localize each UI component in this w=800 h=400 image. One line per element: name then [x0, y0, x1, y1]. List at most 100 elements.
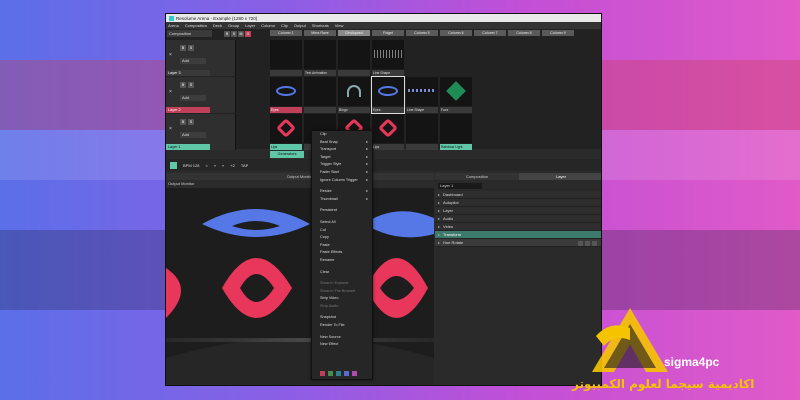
layer-bypass-button[interactable]: B: [180, 82, 186, 88]
menu-item-output[interactable]: Output: [294, 23, 306, 28]
column-tab[interactable]: Mirra Rave: [304, 30, 336, 36]
inspector-search[interactable]: Layer 1: [438, 183, 482, 189]
context-menu-item[interactable]: Select All: [312, 219, 372, 227]
transport-button[interactable]: +2: [230, 163, 235, 168]
column-tab[interactable]: Column 5: [406, 30, 438, 36]
color-swatch[interactable]: [328, 371, 333, 376]
effect-control-icon[interactable]: [585, 240, 590, 246]
context-menu-item[interactable]: Trigger Style ▸: [312, 161, 372, 169]
inspector-item-autopilot[interactable]: ▸ Autopilot: [435, 199, 601, 207]
clip-slot[interactable]: [406, 114, 438, 150]
menu-item-column[interactable]: Column: [261, 23, 275, 28]
clip-slot[interactable]: Eyes: [270, 77, 302, 113]
clip-slot[interactable]: [304, 77, 336, 113]
context-menu-item[interactable]: Rename: [312, 257, 372, 265]
context-menu-item[interactable]: Ignore Column Trigger ▸: [312, 177, 372, 185]
transport-button[interactable]: <: [205, 163, 207, 168]
layer-solo-button[interactable]: S: [188, 119, 194, 125]
composition-button-o[interactable]: O: [245, 30, 251, 37]
context-menu-item[interactable]: Snapshot: [312, 314, 372, 322]
effect-control-icon[interactable]: [592, 240, 597, 246]
context-menu-item[interactable]: Render To File: [312, 322, 372, 330]
clip-slot[interactable]: [338, 40, 370, 76]
clip-slot[interactable]: Line Shape: [406, 77, 438, 113]
transport-button[interactable]: TAP: [241, 163, 248, 168]
context-menu-item[interactable]: New Source: [312, 334, 372, 342]
context-menu-item[interactable]: Target ▸: [312, 154, 372, 162]
composition-button-m[interactable]: M: [238, 30, 244, 37]
transport-button[interactable]: »: [222, 163, 224, 168]
context-menu-item[interactable]: Beat Snap ▸: [312, 139, 372, 147]
effect-control-icon[interactable]: [578, 240, 583, 246]
tab-composition[interactable]: Composition: [435, 173, 519, 180]
column-tab[interactable]: Column 1: [270, 30, 302, 36]
column-tab[interactable]: Geolopoed: [338, 30, 370, 36]
context-menu-item[interactable]: Clear: [312, 269, 372, 277]
layer-close-icon[interactable]: ×: [169, 52, 172, 58]
clip-slot[interactable]: Line Shape: [372, 40, 404, 76]
color-swatch[interactable]: [352, 371, 357, 376]
menu-item-arena[interactable]: Arena: [168, 23, 179, 28]
context-menu-item[interactable]: Strip Video: [312, 295, 372, 303]
tab-generators[interactable]: Generators: [270, 151, 304, 158]
column-tab[interactable]: Column 8: [508, 30, 540, 36]
layer-close-icon[interactable]: ×: [169, 126, 172, 132]
inspector-item-layer[interactable]: ▸ Layer: [435, 207, 601, 215]
color-swatch[interactable]: [344, 371, 349, 376]
inspector-item-dashboard[interactable]: ▸ Dashboard: [435, 191, 601, 199]
context-menu-item[interactable]: Paste Effects: [312, 249, 372, 257]
color-swatch[interactable]: [336, 371, 341, 376]
layer-add-dropdown[interactable]: Add: [180, 132, 206, 138]
context-menu-item[interactable]: Fader Start ▸: [312, 169, 372, 177]
layer-close-icon[interactable]: ×: [169, 89, 172, 95]
context-menu-item[interactable]: Persistent: [312, 207, 372, 215]
context-menu-item[interactable]: Paste: [312, 242, 372, 250]
inspector-item-audio[interactable]: ▸ Audio: [435, 215, 601, 223]
layer-solo-button[interactable]: S: [188, 45, 194, 51]
clip-slot[interactable]: Text Animation: [304, 40, 336, 76]
context-menu-item[interactable]: Transport ▸: [312, 146, 372, 154]
column-tab[interactable]: Fidget: [372, 30, 404, 36]
context-menu-item[interactable]: Clip: [312, 131, 372, 139]
clip-slot[interactable]: Bingo: [338, 77, 370, 113]
context-menu-item[interactable]: New Effect: [312, 341, 372, 349]
layer-bypass-button[interactable]: B: [180, 119, 186, 125]
layer-bypass-button[interactable]: B: [180, 45, 186, 51]
clip-slot[interactable]: Rainbow Light: [440, 114, 472, 150]
menu-item-deck[interactable]: Deck: [213, 23, 222, 28]
composition-label[interactable]: Composition: [167, 30, 212, 37]
layer-name[interactable]: Layer 3: [166, 70, 210, 76]
composition-button-s[interactable]: S: [231, 30, 237, 37]
clip-slot[interactable]: Lips: [372, 114, 404, 150]
clip-slot[interactable]: Eyes: [371, 76, 405, 114]
menu-item-composition[interactable]: Composition: [185, 23, 207, 28]
context-menu-item[interactable]: Copy: [312, 234, 372, 242]
context-menu-item[interactable]: Cut: [312, 227, 372, 235]
context-menu-item[interactable]: Thumbnail ▸: [312, 196, 372, 204]
clip-slot[interactable]: Fuzz: [440, 77, 472, 113]
menu-item-shortcuts[interactable]: Shortcuts: [312, 23, 329, 28]
clip-slot[interactable]: [270, 40, 302, 76]
column-tab[interactable]: Column 6: [440, 30, 472, 36]
inspector-item-video[interactable]: ▸ Video: [435, 223, 601, 231]
layer-add-dropdown[interactable]: Add: [180, 95, 206, 101]
column-tab[interactable]: Column 9: [542, 30, 574, 36]
color-swatch[interactable]: [320, 371, 325, 376]
tab-layer[interactable]: Layer: [519, 173, 601, 180]
clip-slot[interactable]: Lips: [270, 114, 302, 150]
menu-item-view[interactable]: View: [335, 23, 344, 28]
inspector-item-hue-rotate[interactable]: ▸ Hue Rotate: [435, 239, 601, 247]
context-menu-item[interactable]: Resize ▸: [312, 188, 372, 196]
inspector-item-transform[interactable]: ▸ Transform: [435, 231, 601, 239]
layer-solo-button[interactable]: S: [188, 82, 194, 88]
transport-button[interactable]: «: [214, 163, 216, 168]
composition-button-b[interactable]: B: [224, 30, 230, 37]
menu-item-clip[interactable]: Clip: [281, 23, 288, 28]
bpm-label[interactable]: BPM 128: [183, 163, 199, 168]
layer-add-dropdown[interactable]: Add: [180, 58, 206, 64]
layer-name[interactable]: Layer 2: [166, 107, 210, 113]
menu-item-group[interactable]: Group: [228, 23, 239, 28]
menu-item-layer[interactable]: Layer: [245, 23, 255, 28]
layer-name[interactable]: Layer 1: [166, 144, 210, 150]
column-tab[interactable]: Column 7: [474, 30, 506, 36]
